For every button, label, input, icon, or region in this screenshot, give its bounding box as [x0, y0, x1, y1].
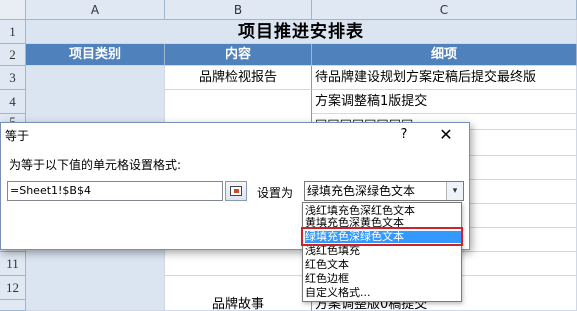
reference-input[interactable]: =Sheet1!$B$4: [7, 181, 223, 201]
close-button[interactable]: ✕: [433, 125, 459, 145]
detail-cell-row3[interactable]: 待品牌建设规划方案定稿后提交最终版: [312, 66, 577, 90]
content-cell-row3[interactable]: 品牌检视报告: [165, 66, 312, 90]
row-header-13[interactable]: [0, 300, 26, 311]
row-header-3[interactable]: 3: [0, 66, 26, 90]
range-select-icon: [230, 186, 242, 196]
collapse-dialog-button[interactable]: [225, 181, 247, 201]
column-header-c[interactable]: C: [312, 0, 577, 20]
select-all-corner[interactable]: [0, 0, 26, 20]
column-header-b[interactable]: B: [165, 0, 312, 20]
format-select[interactable]: 绿填充色深绿色文本 ▾: [304, 181, 464, 201]
format-option[interactable]: 红色文本: [305, 259, 461, 271]
header-category[interactable]: 项目类别: [26, 44, 165, 66]
chevron-down-icon[interactable]: ▾: [446, 182, 463, 200]
detail-cell-row4[interactable]: 方案调整稿1版提交: [312, 90, 577, 114]
set-as-label: 设置为: [257, 186, 294, 200]
help-button[interactable]: ?: [393, 125, 415, 145]
format-option[interactable]: 浅红色填充: [305, 245, 461, 257]
row-header-1[interactable]: 1: [0, 20, 26, 44]
format-dropdown-list: 浅红填充色深红色文本 黄填充色深黄色文本 绿填充色深绿色文本 浅红色填充 红色文…: [302, 202, 462, 302]
sheet-title[interactable]: 项目推进安排表: [26, 20, 577, 44]
row-header-4[interactable]: 4: [0, 90, 26, 114]
dialog-title: 等于: [5, 129, 30, 143]
row-header-12[interactable]: 12: [0, 276, 26, 300]
column-header-a[interactable]: A: [26, 0, 165, 20]
format-select-value: 绿填充色深绿色文本: [307, 184, 416, 198]
row-header-11[interactable]: 11: [0, 252, 26, 276]
format-option[interactable]: 浅红填充色深红色文本: [305, 205, 461, 217]
highlight-annotation-box: [301, 227, 463, 246]
header-detail[interactable]: 细项: [312, 44, 577, 66]
format-option[interactable]: 自定义格式...: [305, 287, 461, 299]
header-content[interactable]: 内容: [165, 44, 312, 66]
row-header-2[interactable]: 2: [0, 44, 26, 66]
dialog-prompt: 为等于以下值的单元格设置格式:: [9, 158, 182, 172]
content-cell-row12[interactable]: 品牌故事: [165, 276, 312, 311]
format-option[interactable]: 红色边框: [305, 273, 461, 285]
